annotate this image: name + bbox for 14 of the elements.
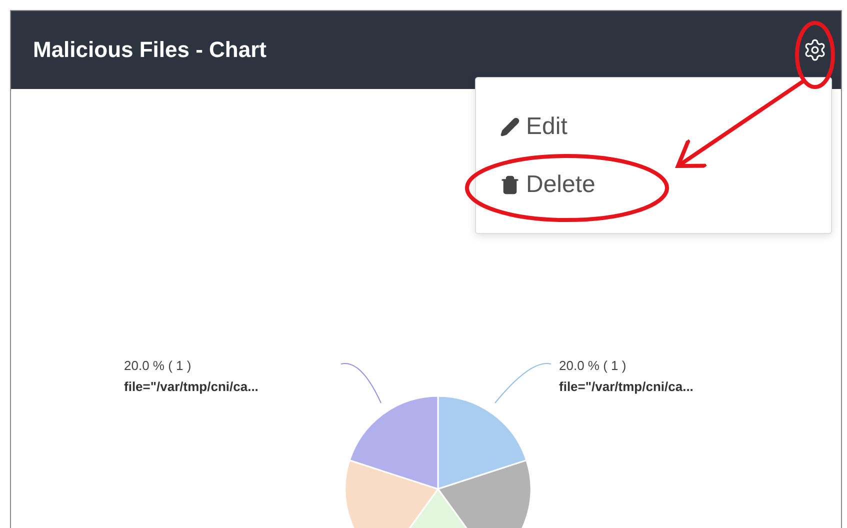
menu-item[interactable]: Delete: [500, 170, 596, 198]
settings-icon: [803, 38, 827, 62]
settings-button[interactable]: [803, 38, 827, 62]
pencil-icon: [500, 116, 520, 136]
slice-percent: 20.0 % ( 1 ): [124, 358, 192, 373]
panel-title: Malicious Files - Chart: [33, 37, 266, 63]
trash-icon: [500, 174, 520, 194]
leader-line: [340, 363, 382, 404]
annotation-circle: [795, 21, 835, 89]
leader-line: [494, 363, 552, 404]
slice-percent: 20.0 % ( 1 ): [559, 358, 626, 373]
slice-label: file="/var/tmp/cni/ca...: [559, 379, 694, 394]
slice-label: file="/var/tmp/cni/ca...: [124, 379, 258, 394]
menu-item[interactable]: Edit: [500, 112, 568, 140]
